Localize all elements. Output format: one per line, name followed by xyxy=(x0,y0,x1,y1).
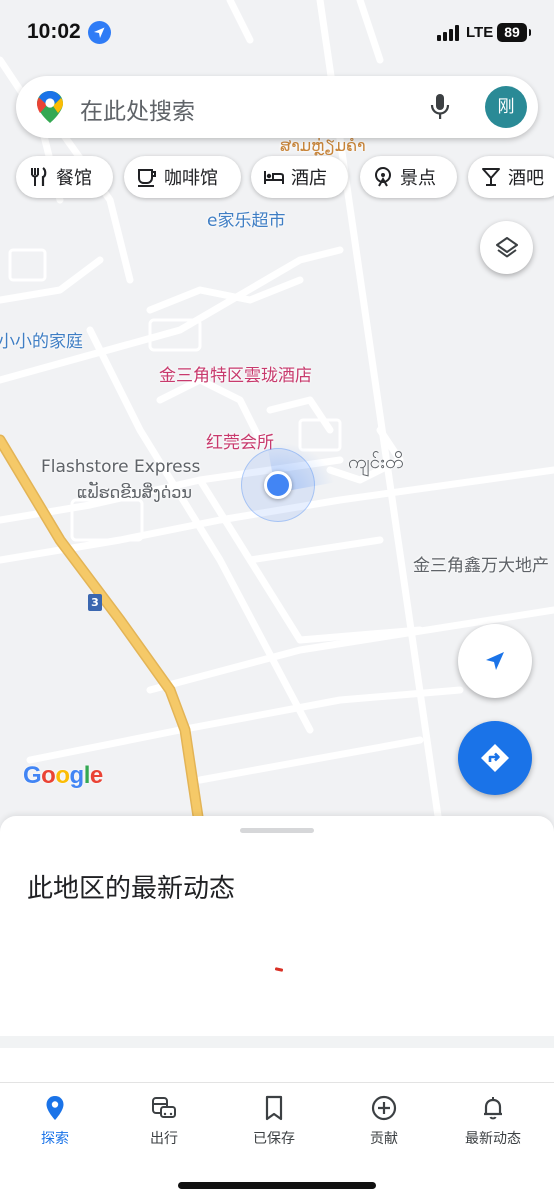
chip-bars[interactable]: 酒吧 xyxy=(468,156,554,198)
latest-updates-sheet[interactable]: 此地区的最新动态 xyxy=(0,816,554,1036)
restaurant-icon xyxy=(31,167,47,186)
route-shield: 3 xyxy=(88,594,102,611)
signal-icon xyxy=(437,25,461,41)
google-logo-letter: g xyxy=(69,762,85,789)
chip-coffee[interactable]: 咖啡馆 xyxy=(124,156,241,198)
nav-label: 探索 xyxy=(41,1131,69,1147)
nav-label: 贡献 xyxy=(370,1131,398,1147)
bell-icon xyxy=(484,1097,502,1120)
map-label-supermarket[interactable]: e家乐超市 xyxy=(207,206,285,231)
map-label-realestate[interactable]: 金三角鑫万大地产 xyxy=(413,551,549,576)
location-arrow-icon xyxy=(88,21,111,44)
microphone-icon[interactable] xyxy=(428,92,452,122)
google-logo-letter: o xyxy=(55,762,70,789)
status-bar: 10:02 LTE 89 xyxy=(0,0,554,66)
maps-pin-icon xyxy=(37,91,63,123)
map-label-lao-top[interactable]: ສາມຫຼ່ຽມຄໍາ xyxy=(280,136,366,155)
google-logo-letter: e xyxy=(89,762,103,789)
chip-restaurants[interactable]: 餐馆 xyxy=(16,156,113,198)
battery-icon: 89 xyxy=(497,23,531,42)
sheet-content-area xyxy=(0,1048,554,1082)
chip-label: 餐馆 xyxy=(56,168,92,189)
status-time: 10:02 xyxy=(27,20,81,43)
sheet-drag-handle[interactable] xyxy=(240,828,314,833)
loading-indicator xyxy=(274,967,284,972)
map-label-flashstore-lao[interactable]: ແຟັຮດຂີນສິ່ງດ່ວນ xyxy=(77,483,192,502)
nav-explore[interactable]: 探索 xyxy=(0,1093,110,1148)
sheet-divider xyxy=(0,1036,554,1048)
google-logo-letter: G xyxy=(23,762,42,789)
home-indicator[interactable] xyxy=(178,1182,376,1189)
nav-label: 最新动态 xyxy=(465,1131,521,1147)
layers-icon xyxy=(495,236,518,257)
my-location-button[interactable] xyxy=(458,624,532,698)
map-label-flashstore[interactable]: Flashstore Express xyxy=(41,457,200,477)
sheet-title: 此地区的最新动态 xyxy=(27,874,236,904)
network-type: LTE xyxy=(466,24,494,41)
navigation-arrow-icon xyxy=(486,652,504,670)
chip-attractions[interactable]: 景点 xyxy=(360,156,457,198)
nav-contribute[interactable]: 贡献 xyxy=(329,1093,439,1148)
map-label-hotel[interactable]: 金三角特区雲珑酒店 xyxy=(159,361,312,386)
map-label-burmese[interactable]: ကျင်းတိ xyxy=(348,450,403,478)
map-label-family[interactable]: 小小的家庭 xyxy=(0,327,83,352)
chip-label: 酒吧 xyxy=(508,168,544,189)
coffee-icon xyxy=(138,169,156,187)
nav-saved[interactable]: 已保存 xyxy=(219,1093,329,1148)
google-logo-letter: o xyxy=(41,762,56,789)
search-bar[interactable]: 在此处搜索 刚 xyxy=(16,76,538,138)
chip-label: 咖啡馆 xyxy=(164,168,218,189)
bookmark-icon xyxy=(265,1095,283,1121)
commute-icon xyxy=(152,1097,176,1118)
directions-button[interactable] xyxy=(458,721,532,795)
chip-label: 酒店 xyxy=(291,168,327,189)
category-chips: 餐馆 咖啡馆 酒店 景点 酒吧 xyxy=(16,156,554,198)
account-avatar[interactable]: 刚 xyxy=(485,86,527,128)
nav-label: 已保存 xyxy=(253,1131,295,1147)
chip-label: 景点 xyxy=(400,168,436,189)
nav-updates[interactable]: 最新动态 xyxy=(438,1093,548,1148)
map-label-club[interactable]: 红莞会所 xyxy=(206,428,274,453)
hotel-bed-icon xyxy=(264,171,284,184)
explore-pin-icon xyxy=(46,1096,64,1120)
directions-icon xyxy=(481,744,509,772)
chip-hotels[interactable]: 酒店 xyxy=(251,156,348,198)
cocktail-icon xyxy=(482,168,500,186)
attraction-icon xyxy=(375,167,391,187)
nav-label: 出行 xyxy=(150,1131,178,1147)
my-location-dot[interactable] xyxy=(264,471,292,499)
layers-button[interactable] xyxy=(480,221,533,274)
search-input[interactable]: 在此处搜索 xyxy=(80,92,195,126)
add-circle-icon xyxy=(371,1095,397,1121)
nav-commute[interactable]: 出行 xyxy=(109,1093,219,1148)
google-logo: Google xyxy=(23,762,103,790)
